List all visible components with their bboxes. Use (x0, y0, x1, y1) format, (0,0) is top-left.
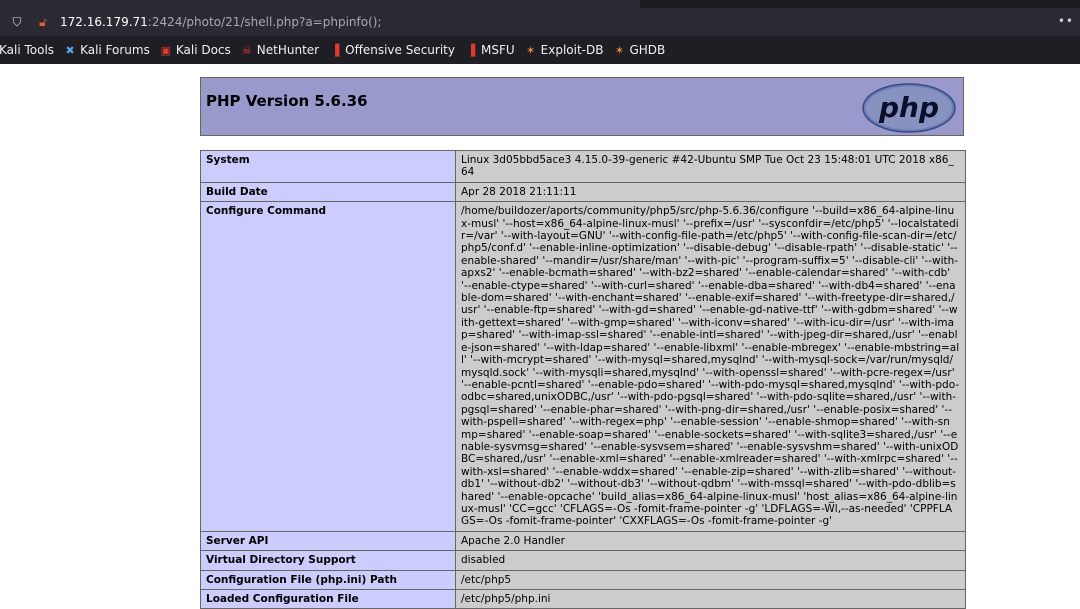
shield-icon[interactable]: ⛉ (8, 15, 26, 30)
bookmark-label: Kali Docs (175, 43, 231, 57)
phpinfo-header: PHP Version 5.6.36 php (200, 77, 964, 136)
insecure-lock-icon[interactable]: 🔓︎ (34, 15, 52, 30)
row-value: Linux 3d05bbd5ace3 4.15.0-39-generic #42… (455, 150, 966, 183)
table-row: Configuration File (php.ini) Path /etc/p… (200, 569, 966, 591)
bookmark-offensive-security[interactable]: ▐ Offensive Security (329, 43, 455, 57)
bookmark-label: GHDB (629, 43, 666, 57)
bookmark-kali-docs[interactable]: ▣ Kali Docs (160, 43, 231, 57)
bookmark-ghdb[interactable]: ✶ GHDB (613, 43, 665, 57)
row-key: Loaded Configuration File (200, 588, 456, 609)
bookmark-kali-tools[interactable]: Kali Tools (0, 43, 54, 57)
msfu-icon: ▐ (466, 43, 476, 57)
row-key: System (200, 150, 456, 183)
overflow-menu-icon[interactable]: •• (1058, 14, 1074, 28)
kali-docs-icon: ▣ (160, 43, 172, 57)
bookmark-label: Kali Forums (80, 43, 150, 57)
row-value: /home/buildozer/aports/community/php5/sr… (455, 201, 966, 532)
nethunter-icon: ☠ (241, 43, 252, 57)
table-row: Build Date Apr 28 2018 21:11:11 (200, 181, 966, 203)
url-text[interactable]: 172.16.179.71:2424/photo/21/shell.php?a=… (60, 15, 381, 29)
table-row: Virtual Directory Support disabled (200, 550, 966, 571)
row-value: disabled (455, 550, 966, 571)
row-key: Configure Command (200, 201, 456, 532)
row-key: Server API (200, 530, 456, 552)
page-title: PHP Version 5.6.36 (206, 92, 368, 110)
bookmark-label: Kali Tools (0, 43, 55, 57)
exploitdb-icon: ✶ (526, 43, 536, 57)
bookmark-label: Exploit-DB (540, 43, 604, 57)
url-path: :2424/photo/21/shell.php?a=phpinfo(); (147, 15, 382, 29)
bookmark-exploit-db[interactable]: ✶ Exploit-DB (525, 43, 604, 57)
row-key: Build Date (200, 181, 456, 203)
ghdb-icon: ✶ (614, 43, 625, 57)
row-key: Configuration File (php.ini) Path (200, 569, 456, 591)
browser-chrome: ⛉ 🔓︎ 172.16.179.71:2424/photo/21/shell.p… (0, 0, 1080, 64)
phpinfo-table: System Linux 3d05bbd5ace3 4.15.0-39-gene… (200, 150, 966, 609)
url-host: 172.16.179.71 (60, 15, 148, 29)
php-logo-icon[interactable]: php (861, 82, 957, 134)
row-key: Virtual Directory Support (200, 550, 456, 571)
bookmark-label: MSFU (481, 43, 515, 57)
php-logo-text: php (878, 91, 939, 124)
offsec-icon: ▐ (330, 43, 340, 57)
table-row: Server API Apache 2.0 Handler (200, 530, 966, 552)
active-tab[interactable] (0, 0, 640, 8)
bookmarks-toolbar: Kali Tools ✖ Kali Forums ▣ Kali Docs ☠ NetH… (0, 36, 1080, 64)
kali-forums-icon: ✖ (65, 43, 75, 57)
address-bar[interactable]: ⛉ 🔓︎ 172.16.179.71:2424/photo/21/shell.p… (0, 8, 1080, 36)
row-value: Apache 2.0 Handler (455, 530, 966, 552)
row-value: Apr 28 2018 21:11:11 (455, 181, 966, 203)
table-row: Loaded Configuration File /etc/php5/php.… (200, 588, 966, 609)
table-row: System Linux 3d05bbd5ace3 4.15.0-39-gene… (200, 150, 966, 183)
bookmark-label: Offensive Security (345, 43, 455, 57)
bookmark-msfu[interactable]: ▐ MSFU (465, 43, 515, 57)
row-value: /etc/php5/php.ini (455, 588, 966, 609)
page-content: PHP Version 5.6.36 php System Linux 3d05… (0, 64, 1080, 609)
row-value: /etc/php5 (455, 569, 966, 591)
bookmark-label: NetHunter (256, 43, 320, 57)
table-row: Configure Command /home/buildozer/aports… (200, 201, 966, 532)
bookmark-nethunter[interactable]: ☠ NetHunter (241, 43, 319, 57)
tab-strip (0, 0, 1080, 8)
bookmark-kali-forums[interactable]: ✖ Kali Forums (64, 43, 150, 57)
